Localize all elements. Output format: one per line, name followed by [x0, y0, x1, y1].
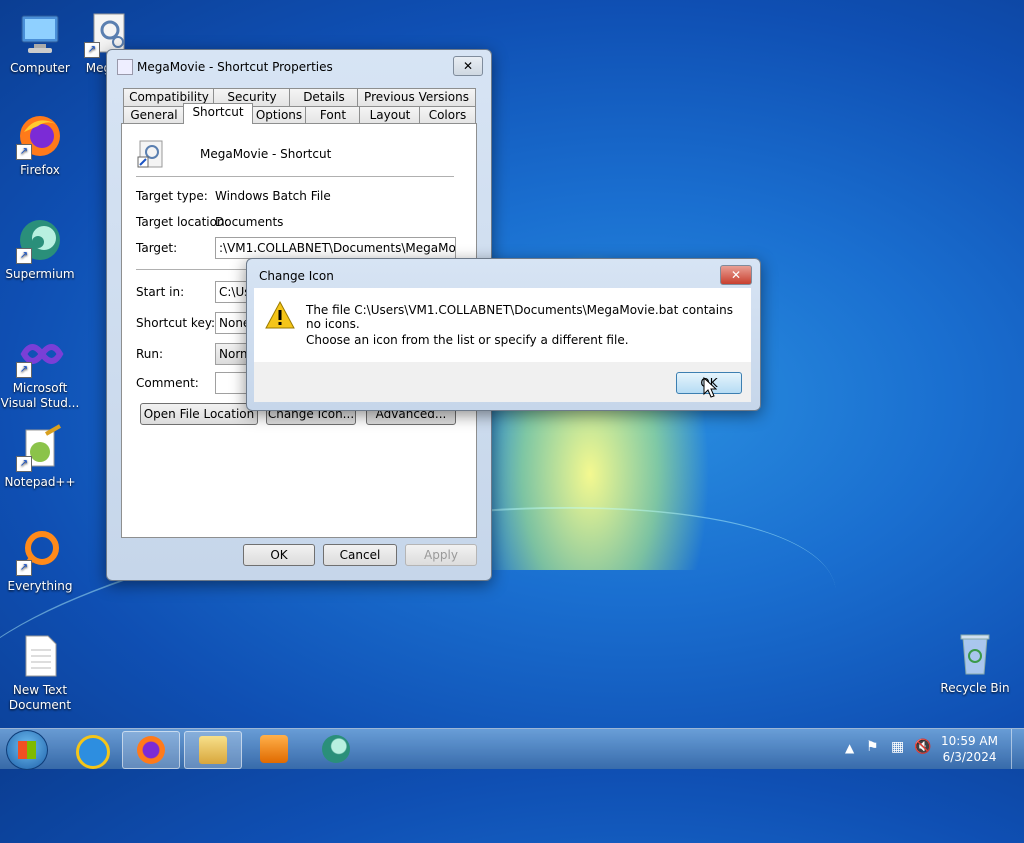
taskbar-file-explorer[interactable] [184, 731, 242, 769]
tab-options[interactable]: Options [251, 106, 307, 124]
desktop-icon-computer[interactable]: Computer [2, 10, 78, 76]
window-title: MegaMovie - Shortcut Properties [137, 60, 333, 74]
media-player-icon [260, 735, 288, 763]
visual-studio-icon: ↗ [16, 330, 64, 378]
dialog-content: The file C:\Users\VM1.COLLABNET\Document… [254, 288, 751, 362]
shortcut-arrow-icon: ↗ [16, 248, 32, 264]
tab-font[interactable]: Font [305, 106, 361, 124]
action-center-flag-icon[interactable]: ⚑ [866, 739, 879, 755]
comment-label: Comment: [136, 376, 199, 390]
recycle-bin-icon [951, 630, 999, 678]
taskbar: ▲ ⚑ ▦ 🔇 10:59 AM 6/3/2024 [0, 728, 1024, 770]
clock-date: 6/3/2024 [942, 750, 997, 764]
volume-muted-icon[interactable]: 🔇 [914, 739, 931, 755]
close-icon: ✕ [462, 59, 474, 73]
dialog-close-button[interactable]: ✕ [720, 265, 752, 285]
target-label: Target: [136, 241, 178, 255]
apply-button[interactable]: Apply [405, 544, 477, 566]
desktop-icon-everything[interactable]: ↗ Everything [2, 528, 78, 594]
shortcut-arrow-icon: ↗ [16, 362, 32, 378]
tab-previous-versions[interactable]: Previous Versions [357, 88, 476, 106]
target-type-value: Windows Batch File [215, 189, 331, 203]
clock-time: 10:59 AM [941, 734, 998, 748]
taskbar-media-player[interactable] [246, 731, 302, 767]
show-desktop-button[interactable] [1011, 729, 1024, 769]
desktop-icon-notepad-plus-plus[interactable]: ↗ Notepad++ [2, 424, 78, 490]
shortcut-key-label: Shortcut key: [136, 316, 216, 330]
target-field[interactable]: :\VM1.COLLABNET\Documents\MegaMovie.bat [215, 237, 456, 259]
target-location-value: Documents [215, 215, 284, 229]
tab-layout[interactable]: Layout [359, 106, 421, 124]
dialog-submessage: Choose an icon from the list or specify … [306, 333, 629, 347]
taskbar-firefox[interactable] [122, 731, 180, 769]
show-hidden-icons-icon[interactable]: ▲ [845, 741, 854, 755]
window-app-icon [117, 59, 133, 75]
firefox-icon: ↗ [16, 112, 64, 160]
shortcut-file-icon [136, 139, 166, 169]
shortcut-arrow-icon: ↗ [16, 144, 32, 160]
desktop-icon-visual-studio[interactable]: ↗ Microsoft Visual Stud... [0, 330, 80, 411]
dialog-title-bar: Change Icon ✕ [255, 265, 752, 287]
start-in-label: Start in: [136, 285, 185, 299]
windows-logo-icon [18, 741, 36, 759]
supermium-icon: ↗ [16, 216, 64, 264]
shortcut-arrow-icon: ↗ [84, 42, 100, 58]
supermium-icon [322, 735, 350, 763]
internet-explorer-icon [76, 735, 110, 769]
title-bar: MegaMovie - Shortcut Properties ✕ [115, 56, 483, 78]
text-document-icon [16, 632, 64, 680]
shortcut-arrow-icon: ↗ [16, 560, 32, 576]
dialog-title: Change Icon [259, 269, 334, 283]
warning-icon [264, 300, 296, 330]
tab-colors[interactable]: Colors [419, 106, 476, 124]
cancel-button[interactable]: Cancel [323, 544, 397, 566]
dialog-button-area: OK [254, 362, 751, 402]
shortcut-name: MegaMovie - Shortcut [200, 147, 332, 161]
taskbar-supermium[interactable] [308, 731, 364, 767]
open-file-location-button[interactable]: Open File Location [140, 403, 258, 425]
taskbar-internet-explorer[interactable] [62, 731, 118, 769]
folder-icon [199, 736, 227, 764]
close-button[interactable]: ✕ [453, 56, 483, 76]
shortcut-arrow-icon: ↗ [16, 456, 32, 472]
dialog-message: The file C:\Users\VM1.COLLABNET\Document… [306, 303, 733, 331]
desktop-icon-firefox[interactable]: ↗ Firefox [2, 112, 78, 178]
desktop-icon-recycle-bin[interactable]: Recycle Bin [936, 630, 1014, 696]
computer-icon [16, 10, 64, 58]
desktop-icon-supermium[interactable]: ↗ Supermium [2, 216, 78, 282]
everything-search-icon: ↗ [16, 528, 64, 576]
mouse-cursor-icon [703, 376, 718, 399]
notepad-plus-plus-icon: ↗ [16, 424, 64, 472]
desktop-icon-new-text-document[interactable]: New Text Document [2, 632, 78, 713]
ok-button[interactable]: OK [243, 544, 315, 566]
system-clock[interactable]: 10:59 AM 6/3/2024 [941, 733, 998, 765]
tab-shortcut[interactable]: Shortcut [183, 103, 253, 124]
network-icon[interactable]: ▦ [891, 739, 904, 755]
divider [136, 176, 454, 177]
start-button[interactable] [6, 730, 48, 770]
change-icon-dialog: Change Icon ✕ The file C:\Users\VM1.COLL… [246, 258, 761, 411]
firefox-icon [137, 736, 165, 764]
run-label: Run: [136, 347, 164, 361]
close-icon: ✕ [730, 268, 742, 282]
tab-general[interactable]: General [123, 106, 185, 124]
target-type-label: Target type: [136, 189, 208, 203]
tab-details[interactable]: Details [289, 88, 359, 106]
